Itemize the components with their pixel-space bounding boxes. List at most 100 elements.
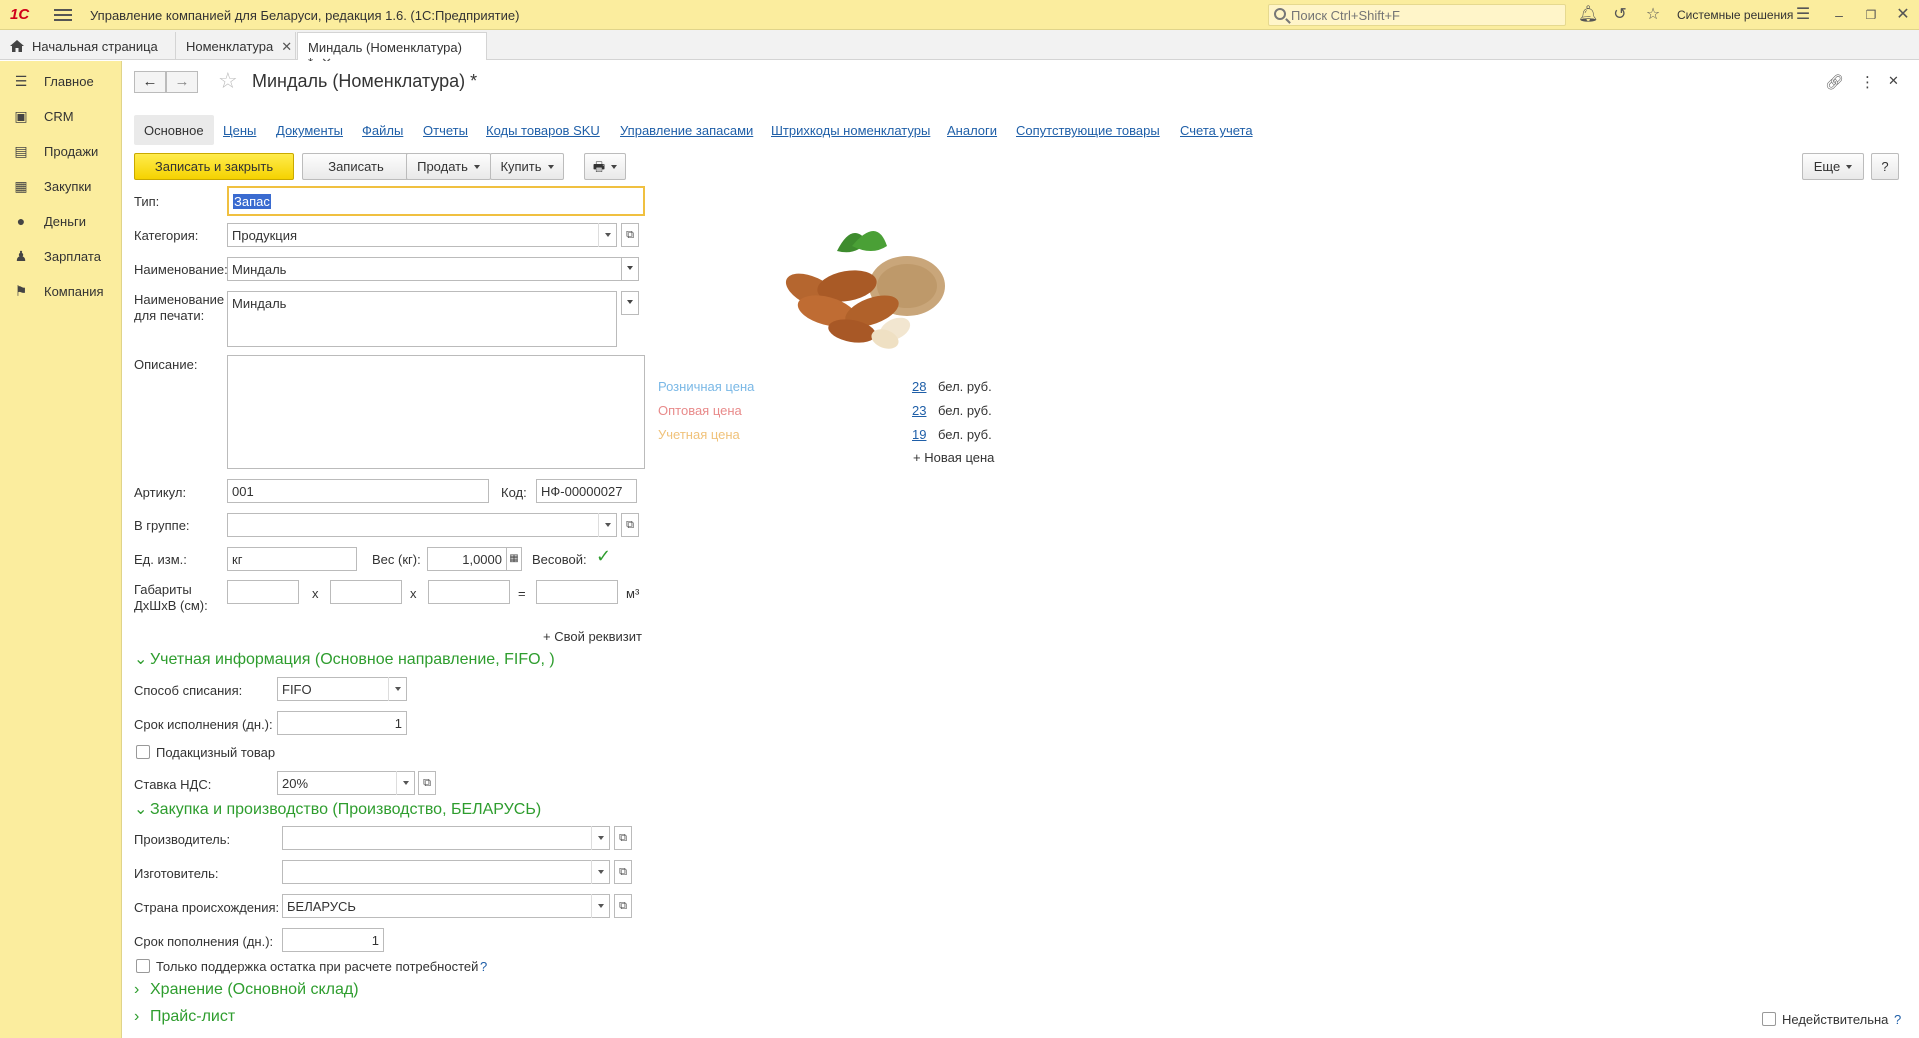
dropdown-icon[interactable] [591,826,609,850]
sidebar-item-salary[interactable]: ♟ Зарплата [12,248,101,270]
country-field[interactable]: БЕЛАРУСЬ [282,894,610,918]
weighted-checkbox[interactable]: ✓ [596,546,611,567]
more-options-icon[interactable]: ⋮ [1860,73,1875,91]
main-menu-icon[interactable] [54,6,72,24]
close-window-icon[interactable]: ✕ [1893,5,1913,25]
group-field[interactable] [227,513,617,537]
custom-attribute-link[interactable]: + Свой реквизит [543,629,642,644]
close-tab-icon[interactable]: ✕ [281,39,292,54]
dropdown-icon[interactable] [598,223,616,247]
excise-checkbox[interactable] [136,745,150,759]
calculator-icon[interactable]: ▦ [506,547,522,571]
storage-section-header[interactable]: › Хранение (Основной склад) [134,981,359,999]
name-field[interactable]: Миндаль [227,257,625,281]
writeoff-field[interactable]: FIFO [277,677,407,701]
accounting-price-value[interactable]: 19 [912,427,926,442]
search-input[interactable] [1291,5,1561,25]
dropdown-icon[interactable] [388,677,406,701]
type-field[interactable]: Запас [227,186,645,216]
back-button[interactable]: ← [134,71,166,93]
print-name-field[interactable]: Миндаль [227,291,617,347]
only-support-hint[interactable]: ? [480,959,487,974]
replenish-field[interactable]: 1 [282,928,384,952]
sidebar-item-crm[interactable]: ▣ CRM [12,108,73,130]
new-price-link[interactable]: + Новая цена [913,450,994,465]
accounting-section-header[interactable]: ⌄ Учетная информация (Основное направлени… [134,649,555,669]
sell-button[interactable]: Продать [406,153,491,180]
pricelist-section-header[interactable]: › Прайс-лист [134,1008,235,1026]
inactive-hint[interactable]: ? [1894,1012,1901,1027]
almond-product-image[interactable] [757,211,957,351]
help-button[interactable]: ? [1871,153,1899,180]
open-producer-icon[interactable]: ⧉ [614,826,632,850]
dropdown-icon[interactable] [396,771,414,795]
inactive-checkbox[interactable] [1762,1012,1776,1026]
print-button[interactable]: 🖶︎ [584,153,626,180]
purchase-section-header[interactable]: ⌄ Закупка и производство (Производство, Б… [134,799,541,819]
open-country-icon[interactable]: ⧉ [614,894,632,918]
save-button[interactable]: Записать [302,153,410,180]
width-field[interactable] [330,580,402,604]
forward-button[interactable]: → [166,71,198,93]
tab-analogs[interactable]: Аналоги [947,115,997,145]
link-icon[interactable]: 🔗︎ [1825,73,1844,91]
tab-barcodes[interactable]: Штрихкоды номенклатуры [771,115,930,145]
dropdown-icon[interactable] [598,513,616,537]
tab-sku-codes[interactable]: Коды товаров SKU [486,115,600,145]
sidebar-item-purchases[interactable]: ▦ Закупки [12,178,91,200]
dropdown-icon[interactable] [591,860,609,884]
search-box[interactable] [1268,4,1566,26]
tab-accounts[interactable]: Счета учета [1180,115,1253,145]
volume-field[interactable] [536,580,618,604]
minimize-icon[interactable]: – [1829,5,1849,25]
description-textarea[interactable] [227,355,645,469]
length-field[interactable] [227,580,299,604]
print-name-dropdown-icon[interactable] [621,291,639,315]
sidebar-item-main[interactable]: ☰ Главное [12,73,94,95]
tab-documents[interactable]: Документы [276,115,343,145]
tab-almond[interactable]: Миндаль (Номенклатура) *✕ [297,32,487,70]
sidebar-item-money[interactable]: ● Деньги [12,213,86,235]
bell-icon[interactable]: 🔔︎ [1578,5,1598,25]
exec-term-label: Срок исполнения (дн.): [134,717,273,732]
tab-reports[interactable]: Отчеты [423,115,468,145]
tab-nomenclature[interactable]: Номенклатура ✕ [176,32,296,60]
exec-term-field[interactable]: 1 [277,711,407,735]
restore-icon[interactable]: ❐ [1861,5,1881,25]
buy-button[interactable]: Купить [490,153,564,180]
article-field[interactable]: 001 [227,479,489,503]
close-form-icon[interactable]: ✕ [1888,73,1899,89]
weight-field[interactable]: 1,0000 [427,547,507,571]
category-field[interactable]: Продукция [227,223,617,247]
tab-prices[interactable]: Цены [223,115,256,145]
unit-field[interactable]: кг [227,547,357,571]
sidebar-item-sales[interactable]: ▤ Продажи [12,143,98,165]
favorite-star-icon[interactable]: ☆ [218,68,238,94]
history-icon[interactable]: ↺ [1610,5,1630,25]
tab-inventory-management[interactable]: Управление запасами [620,115,753,145]
wholesale-price-value[interactable]: 23 [912,403,926,418]
favorites-star-icon[interactable]: ☆ [1643,5,1663,25]
retail-price-value[interactable]: 28 [912,379,926,394]
open-group-icon[interactable]: ⧉ [621,513,639,537]
vat-field[interactable]: 20% [277,771,415,795]
open-category-icon[interactable]: ⧉ [621,223,639,247]
code-field[interactable]: НФ-00000027 [536,479,637,503]
open-vat-icon[interactable]: ⧉ [418,771,436,795]
save-and-close-button[interactable]: Записать и закрыть [134,153,294,180]
open-maker-icon[interactable]: ⧉ [614,860,632,884]
tab-home[interactable]: Начальная страница [0,32,176,60]
name-dropdown-icon[interactable] [621,257,639,281]
tab-main[interactable]: Основное [134,115,214,145]
sidebar-item-company[interactable]: ⚑ Компания [12,283,104,305]
producer-field[interactable] [282,826,610,850]
settings-menu-icon[interactable]: ☰ [1793,5,1813,25]
system-solutions-link[interactable]: Системные решения [1677,8,1793,22]
only-support-checkbox[interactable] [136,959,150,973]
dropdown-icon[interactable] [591,894,609,918]
maker-field[interactable] [282,860,610,884]
more-button[interactable]: Еще [1802,153,1864,180]
height-field[interactable] [428,580,510,604]
tab-related-goods[interactable]: Сопутствующие товары [1016,115,1160,145]
tab-files[interactable]: Файлы [362,115,403,145]
